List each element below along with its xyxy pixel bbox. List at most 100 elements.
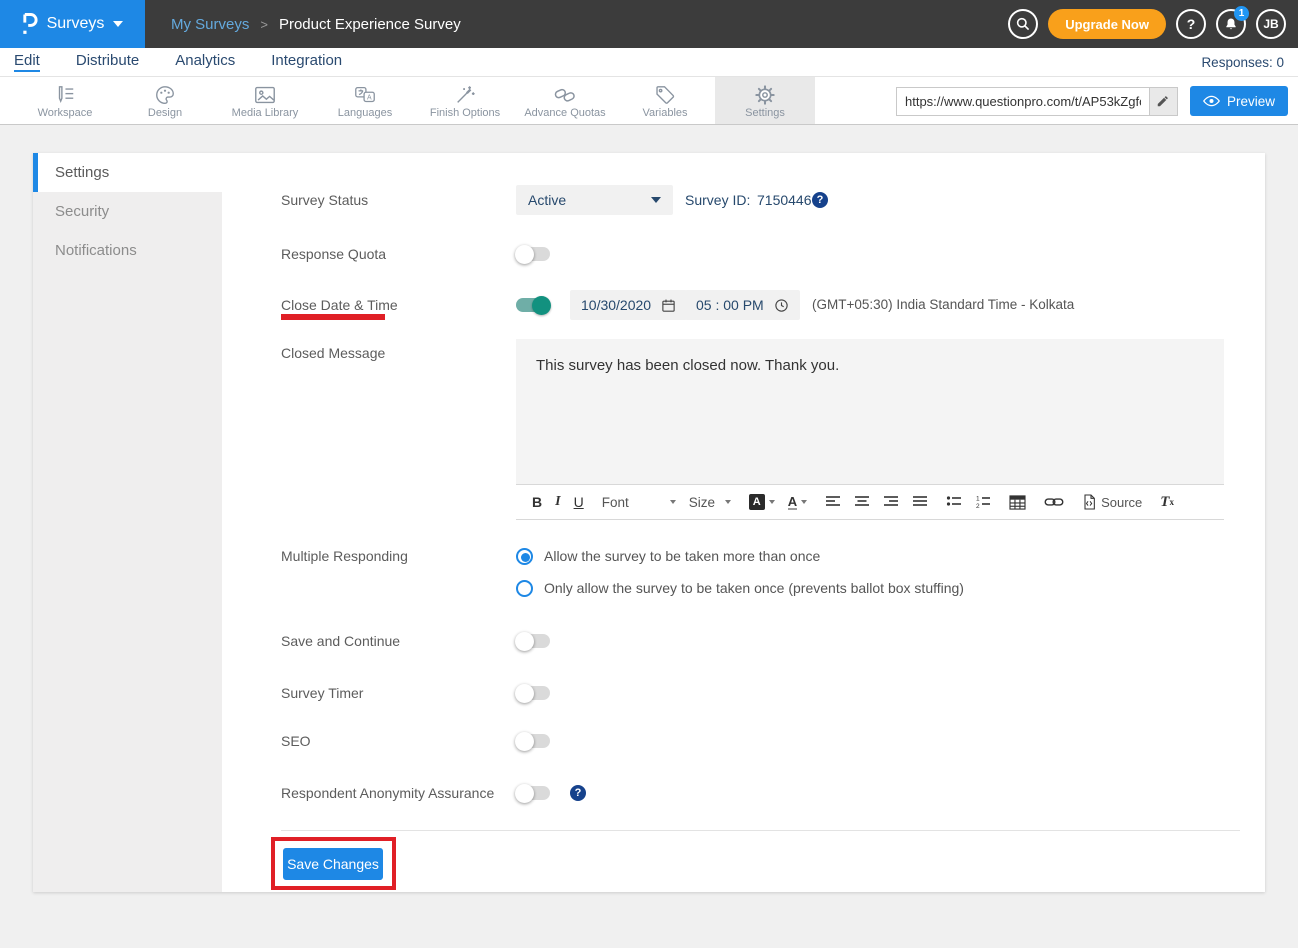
background-color-icon: A	[749, 494, 765, 510]
toolbar-item-media-library[interactable]: Media Library	[215, 77, 315, 124]
toolbar-item-workspace[interactable]: Workspace	[15, 77, 115, 124]
respondent-anonymity-toggle[interactable]	[516, 786, 550, 800]
product-label: Surveys	[47, 15, 105, 33]
questionpro-logo-icon	[22, 12, 38, 36]
radio-selected-icon	[516, 548, 533, 565]
notifications-button[interactable]: 1	[1216, 9, 1246, 39]
insert-table-button[interactable]	[1009, 495, 1026, 510]
bulleted-list-button[interactable]	[946, 495, 962, 509]
bold-button[interactable]: B	[532, 494, 542, 510]
close-date-time-label: Close Date & Time	[281, 297, 398, 313]
product-switcher[interactable]: Surveys	[0, 0, 145, 48]
svg-text:1: 1	[976, 496, 980, 503]
help-button[interactable]: ?	[1176, 9, 1206, 39]
breadcrumb-my-surveys[interactable]: My Surveys	[171, 16, 249, 33]
respondent-anonymity-label: Respondent Anonymity Assurance	[281, 785, 494, 801]
survey-id-value: 7150446	[757, 192, 812, 208]
align-right-button[interactable]	[883, 495, 899, 509]
chevron-down-icon	[769, 500, 775, 504]
tab-integration[interactable]: Integration	[271, 52, 342, 72]
toolbar-item-finish-options[interactable]: Finish Options	[415, 77, 515, 124]
toolbar-item-languages[interactable]: A Languages	[315, 77, 415, 124]
source-button[interactable]: Source	[1082, 494, 1142, 510]
italic-button[interactable]: I	[555, 494, 560, 510]
topbar-actions: Upgrade Now ? 1 JB	[1008, 9, 1286, 39]
finish-options-icon	[454, 82, 476, 106]
radio-unselected-icon	[516, 580, 533, 597]
radio-allow-multiple[interactable]: Allow the survey to be taken more than o…	[516, 547, 820, 565]
multiple-responding-label: Multiple Responding	[281, 548, 408, 564]
align-center-icon	[854, 495, 870, 509]
save-and-continue-label: Save and Continue	[281, 633, 400, 649]
survey-timer-toggle[interactable]	[516, 686, 550, 700]
font-dropdown[interactable]: Font	[602, 495, 676, 510]
align-left-button[interactable]	[825, 495, 841, 509]
calendar-icon	[661, 298, 676, 313]
align-left-icon	[825, 495, 841, 509]
footer-divider	[281, 830, 1240, 831]
align-justify-button[interactable]	[912, 495, 928, 509]
svg-text:A: A	[367, 94, 372, 101]
eye-icon	[1203, 95, 1220, 107]
background-color-button[interactable]: A	[749, 494, 775, 510]
underline-button[interactable]: U	[574, 494, 584, 510]
save-changes-button[interactable]: Save Changes	[283, 848, 383, 880]
numbered-list-button[interactable]: 12	[975, 495, 991, 509]
edit-url-button[interactable]	[1149, 88, 1177, 115]
seo-toggle[interactable]	[516, 734, 550, 748]
insert-link-button[interactable]	[1044, 496, 1064, 508]
close-date-time-toggle[interactable]	[516, 298, 550, 312]
survey-url-input[interactable]	[897, 88, 1149, 115]
respondent-anonymity-help-icon[interactable]: ?	[570, 785, 586, 801]
sidebar-item-notifications[interactable]: Notifications	[33, 231, 222, 270]
numbered-list-icon: 12	[975, 495, 991, 509]
settings-icon	[754, 82, 776, 106]
toolbar-item-advance-quotas[interactable]: Advance Quotas	[515, 77, 615, 124]
link-icon	[1044, 496, 1064, 508]
radio-only-once[interactable]: Only allow the survey to be taken once (…	[516, 579, 964, 597]
variables-icon	[654, 82, 676, 106]
languages-icon: A	[353, 82, 377, 106]
clock-icon	[774, 298, 789, 313]
align-justify-icon	[912, 495, 928, 509]
design-icon	[154, 82, 176, 106]
close-time-input[interactable]: 05 : 00 PM	[685, 290, 800, 320]
chevron-down-icon	[113, 21, 123, 27]
size-dropdown[interactable]: Size	[689, 495, 731, 510]
save-and-continue-toggle[interactable]	[516, 634, 550, 648]
seo-label: SEO	[281, 733, 311, 749]
source-icon	[1082, 494, 1096, 510]
bulleted-list-icon	[946, 495, 962, 509]
tab-distribute[interactable]: Distribute	[76, 52, 139, 72]
breadcrumb: My Surveys > Product Experience Survey	[171, 16, 461, 33]
align-center-button[interactable]	[854, 495, 870, 509]
user-avatar[interactable]: JB	[1256, 9, 1286, 39]
survey-status-dropdown[interactable]: Active	[516, 185, 673, 215]
preview-button[interactable]: Preview	[1190, 86, 1288, 116]
closed-message-editor: This survey has been closed now. Thank y…	[516, 339, 1224, 520]
response-quota-toggle[interactable]	[516, 247, 550, 261]
sidebar-item-settings[interactable]: Settings	[33, 153, 222, 192]
search-button[interactable]	[1008, 9, 1038, 39]
toolbar-item-design[interactable]: Design	[115, 77, 215, 124]
tab-edit[interactable]: Edit	[14, 52, 40, 72]
upgrade-now-button[interactable]: Upgrade Now	[1048, 9, 1166, 39]
close-date-input[interactable]: 10/30/2020	[570, 290, 687, 320]
sidebar-item-security[interactable]: Security	[33, 192, 222, 231]
text-color-icon: A	[788, 495, 797, 510]
closed-message-label: Closed Message	[281, 345, 385, 361]
text-color-button[interactable]: A	[788, 495, 807, 510]
search-icon	[1015, 16, 1031, 32]
toolbar-item-variables[interactable]: Variables	[615, 77, 715, 124]
timezone-text: (GMT+05:30) India Standard Time - Kolkat…	[812, 297, 1074, 312]
notification-badge: 1	[1234, 6, 1249, 21]
svg-text:2: 2	[976, 503, 980, 509]
tab-analytics[interactable]: Analytics	[175, 52, 235, 72]
toolbar-item-settings[interactable]: Settings	[715, 77, 815, 124]
align-right-icon	[883, 495, 899, 509]
remove-format-button[interactable]: Tx	[1160, 494, 1174, 511]
rich-text-toolbar: B I U Font Size A A	[516, 484, 1224, 520]
survey-id-help-icon[interactable]: ?	[812, 192, 828, 208]
responses-count: Responses: 0	[1201, 55, 1284, 70]
closed-message-textarea[interactable]: This survey has been closed now. Thank y…	[516, 339, 1224, 484]
